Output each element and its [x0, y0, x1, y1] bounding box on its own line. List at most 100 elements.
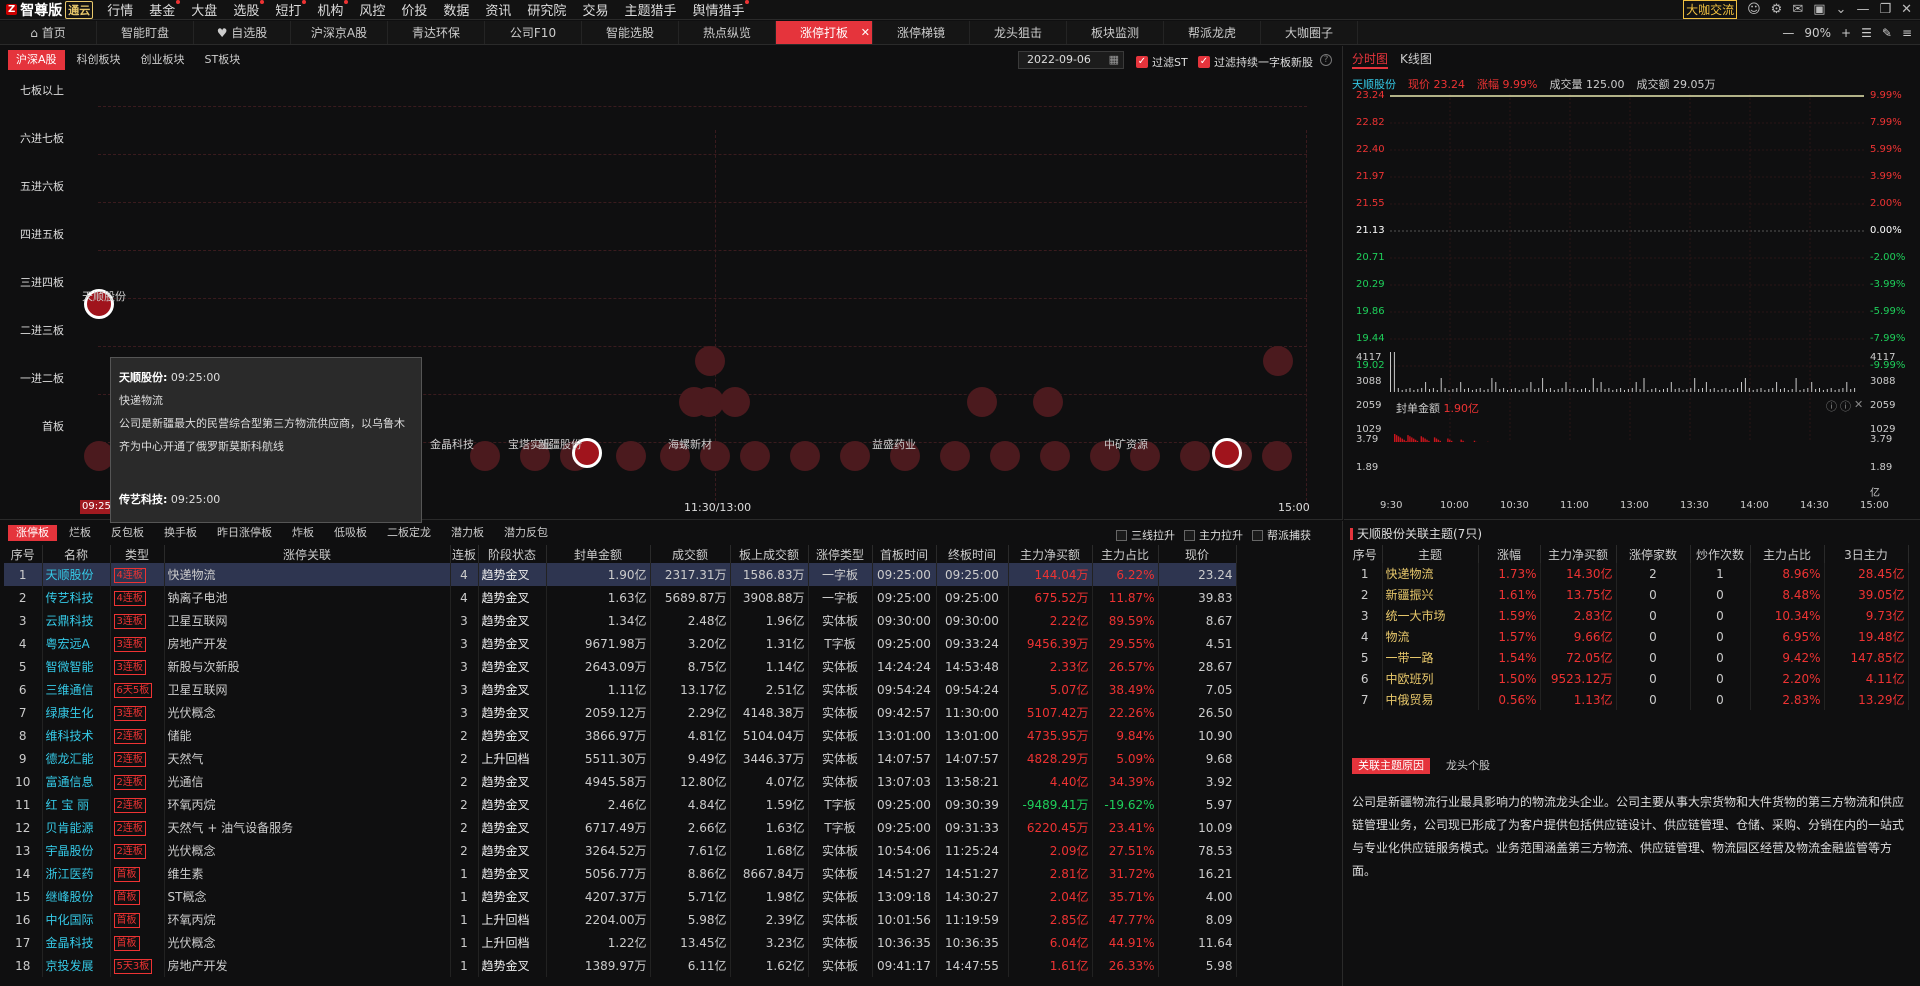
more-icon[interactable]: ≡ — [1902, 26, 1912, 40]
theme-desc-tab[interactable]: 关联主题原因 — [1352, 758, 1430, 774]
column-header[interactable]: 名称 — [42, 545, 111, 563]
stock-name[interactable]: 红 宝 丽 — [42, 793, 111, 816]
help-icon[interactable]: ⓘ — [1840, 398, 1851, 414]
limit-up-tab[interactable]: 二板定龙 — [379, 525, 439, 541]
close-tab-icon[interactable]: ✕ — [861, 21, 870, 45]
expert-chat-link[interactable]: 大咖交流 — [1683, 0, 1738, 19]
ladder-bubble[interactable] — [740, 441, 770, 471]
stock-name[interactable]: 中化国际 — [42, 908, 111, 931]
market-subtab[interactable]: ST板块 — [197, 50, 249, 70]
tab-item[interactable]: 青达环保 — [388, 21, 485, 44]
theme-row[interactable]: 3 统一大市场 1.59% 2.83亿 0 0 10.34% 9.73亿 — [1348, 605, 1909, 626]
themes-column-header[interactable]: 涨幅 — [1478, 545, 1541, 563]
date-picker[interactable]: 2022-09-06 ▦ — [1018, 51, 1124, 69]
themes-column-header[interactable]: 主力占比 — [1750, 545, 1825, 563]
chart-tab[interactable]: K线图 — [1400, 50, 1432, 69]
limit-up-tab[interactable]: 烂板 — [61, 525, 99, 541]
limit-up-tab[interactable]: 反包板 — [103, 525, 152, 541]
limit-up-tab[interactable]: 潜力板 — [443, 525, 492, 541]
ladder-bubble[interactable] — [720, 387, 750, 417]
column-header[interactable]: 阶段状态 — [478, 545, 547, 563]
stock-name[interactable]: 富通信息 — [42, 770, 111, 793]
menu-item[interactable]: 价投 — [393, 0, 435, 19]
column-header[interactable]: 封单金额 — [546, 545, 651, 563]
table-row[interactable]: 18 京投发展 5天3板 房地产开发 1 趋势金叉 1389.97万 6.11亿 1.62亿 实体… — [4, 954, 1237, 977]
ladder-bubble[interactable] — [840, 441, 870, 471]
ladder-bubble[interactable] — [679, 387, 709, 417]
stock-name[interactable]: 维科技术 — [42, 724, 111, 747]
theme-row[interactable]: 1 快递物流 1.73% 14.30亿 2 1 8.96% 28.45亿 — [1348, 563, 1909, 584]
stock-name[interactable]: 粤宏远A — [42, 632, 111, 655]
theme-name[interactable]: 物流 — [1382, 626, 1479, 647]
limit-up-tab[interactable]: 换手板 — [156, 525, 205, 541]
table-row[interactable]: 12 贝肯能源 2连板 天然气 + 油气设备服务 2 趋势金叉 6717.49万 2.66亿 1… — [4, 816, 1237, 839]
ladder-bubble[interactable] — [1180, 441, 1210, 471]
limit-up-tab[interactable]: 昨日涨停板 — [209, 525, 280, 541]
themes-column-header[interactable]: 主题 — [1382, 545, 1479, 563]
menu-item[interactable]: 选股 — [225, 0, 267, 19]
menu-item[interactable]: 交易 — [574, 0, 616, 19]
tab-item[interactable]: 涨停梯镜 — [873, 21, 970, 44]
column-header[interactable]: 现价 — [1158, 545, 1237, 563]
ladder-bubble-selected[interactable] — [1212, 438, 1242, 468]
ladder-bubble[interactable] — [967, 387, 997, 417]
stock-name[interactable]: 智微智能 — [42, 655, 111, 678]
theme-desc-tab[interactable]: 龙头个股 — [1440, 758, 1496, 774]
zoom-out-icon[interactable]: — — [1782, 26, 1794, 40]
column-header[interactable]: 涨停类型 — [808, 545, 873, 563]
ladder-bubble[interactable] — [470, 441, 500, 471]
stock-name[interactable]: 继峰股份 — [42, 885, 111, 908]
settings-icon[interactable]: ⚙ — [1771, 2, 1783, 17]
table-row[interactable]: 11 红 宝 丽 2连板 环氧丙烷 2 趋势金叉 2.46亿 4.84亿 1.59亿 T字板 09:… — [4, 793, 1237, 816]
list-icon[interactable]: ☰ — [1861, 26, 1872, 40]
tab-item[interactable]: 大咖圈子 — [1261, 21, 1358, 44]
table-option-checkbox[interactable]: 帮派捕获 — [1252, 527, 1311, 543]
message-icon[interactable]: ✉ — [1792, 2, 1803, 17]
market-subtab[interactable]: 创业板块 — [133, 50, 193, 70]
tab-item[interactable]: 热点纵览 — [679, 21, 776, 44]
menu-item[interactable]: 数据 — [435, 0, 477, 19]
theme-row[interactable]: 4 物流 1.57% 9.66亿 0 0 6.95% 19.48亿 — [1348, 626, 1909, 647]
chart-tab[interactable]: 分时图 — [1352, 50, 1389, 69]
stock-name[interactable]: 传艺科技 — [42, 586, 111, 609]
close-icon[interactable]: ✕ — [1854, 398, 1863, 414]
zoom-in-icon[interactable]: + — [1841, 26, 1851, 40]
tab-item[interactable]: 板块监测 — [1067, 21, 1164, 44]
theme-row[interactable]: 5 一带一路 1.54% 72.05亿 0 0 9.42% 147.85亿 — [1348, 647, 1909, 668]
theme-row[interactable]: 6 中欧班列 1.50% 9523.12万 0 0 2.20% 4.11亿 — [1348, 668, 1909, 689]
theme-row[interactable]: 2 新疆振兴 1.61% 13.75亿 0 0 8.48% 39.05亿 — [1348, 584, 1909, 605]
table-row[interactable]: 15 继峰股份 首板 ST概念 1 趋势金叉 4207.37万 5.71亿 1.98亿 实体板 13… — [4, 885, 1237, 908]
menu-item[interactable]: 基金 — [141, 0, 183, 19]
minimize-icon[interactable]: — — [1856, 2, 1869, 17]
tab-item[interactable]: 龙头狙击 — [970, 21, 1067, 44]
table-row[interactable]: 16 中化国际 首板 环氧丙烷 1 上升回档 2204.00万 5.98亿 2.39亿 实体板 10… — [4, 908, 1237, 931]
stock-name[interactable]: 绿康生化 — [42, 701, 111, 724]
dropdown-icon[interactable]: ⌄ — [1836, 2, 1847, 17]
limit-up-tab[interactable]: 潜力反包 — [496, 525, 556, 541]
table-row[interactable]: 6 三维通信 6天5板 卫星互联网 3 趋势金叉 1.11亿 13.17亿 2.51亿 实体板 09… — [4, 678, 1237, 701]
ladder-bubble[interactable] — [1033, 387, 1063, 417]
tab-item[interactable]: 涨停打板 ✕ — [776, 21, 873, 44]
themes-column-header[interactable]: 3日主力 — [1824, 545, 1909, 563]
menu-item[interactable]: 大盘 — [183, 0, 225, 19]
limit-up-tab[interactable]: 涨停板 — [8, 525, 57, 541]
menu-item[interactable]: 机构 — [309, 0, 351, 19]
column-header[interactable]: 首板时间 — [872, 545, 937, 563]
market-subtab[interactable]: 科创板块 — [69, 50, 129, 70]
ladder-bubble[interactable] — [790, 441, 820, 471]
calendar-icon[interactable]: ▦ — [1109, 52, 1119, 68]
menu-item[interactable]: 研究院 — [519, 0, 574, 19]
ladder-bubble[interactable] — [1262, 441, 1292, 471]
table-row[interactable]: 13 宇晶股份 2连板 光伏概念 2 趋势金叉 3264.52万 7.61亿 1.68亿 实体板 1… — [4, 839, 1237, 862]
close-window-icon[interactable]: ✕ — [1901, 2, 1912, 17]
column-header[interactable]: 板上成交额 — [730, 545, 809, 563]
column-header[interactable]: 成交额 — [650, 545, 731, 563]
stock-name[interactable]: 天顺股份 — [42, 563, 111, 586]
menu-item[interactable]: 风控 — [351, 0, 393, 19]
limit-up-tab[interactable]: 炸板 — [284, 525, 322, 541]
filter-new-checkbox[interactable]: ✓ 过滤持续一字板新股 — [1198, 54, 1313, 70]
themes-column-header[interactable]: 涨停家数 — [1616, 545, 1691, 563]
column-header[interactable]: 序号 — [4, 545, 43, 563]
menu-item[interactable]: 行情 — [99, 0, 141, 19]
tab-item[interactable]: 智能盯盘 — [97, 21, 194, 44]
